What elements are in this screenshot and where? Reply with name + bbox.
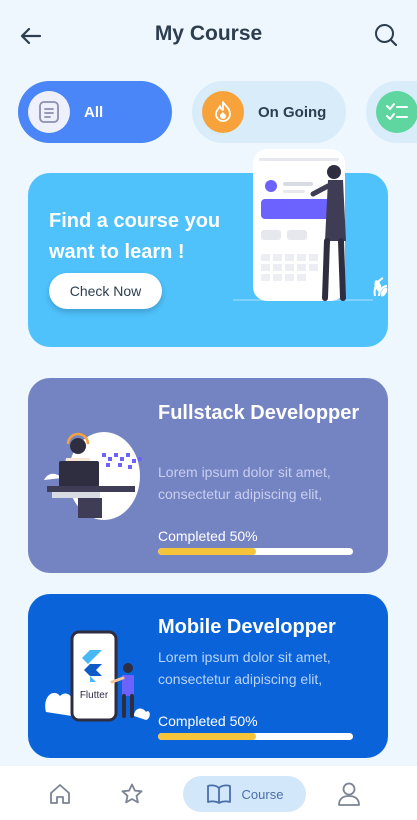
filter-chip-label: On Going — [258, 103, 327, 121]
nav-profile[interactable] — [335, 776, 363, 812]
promo-headline: Find a course you want to learn ! — [49, 210, 221, 263]
nav-course-label: Course — [241, 786, 284, 802]
course-card-mobile[interactable]: Flutter Mobile Developper Lorem ipsum do… — [28, 594, 388, 758]
flame-icon — [202, 91, 244, 133]
filter-chip-label: All — [84, 103, 104, 121]
search-icon — [375, 24, 398, 47]
phone-person-illustration — [233, 149, 388, 301]
progress-label: Completed 50% — [158, 528, 258, 544]
nav-home[interactable] — [46, 776, 74, 812]
app-header: My Course — [0, 0, 417, 70]
progress-label: Completed 50% — [158, 713, 258, 729]
course-title: Fullstack Developper — [158, 402, 360, 424]
home-icon — [50, 784, 70, 804]
page-title: My Course — [154, 22, 263, 45]
list-doc-icon — [28, 91, 70, 133]
check-now-button[interactable]: Check Now — [49, 273, 162, 309]
developer-illustration — [44, 432, 142, 520]
nav-course[interactable]: Course — [183, 776, 306, 812]
bottom-nav: Course — [0, 766, 417, 820]
progress-fill — [158, 733, 256, 740]
nav-favorites[interactable] — [118, 776, 146, 812]
search-button[interactable] — [373, 22, 399, 48]
filter-chip-completed[interactable] — [366, 81, 417, 143]
book-icon — [206, 784, 231, 804]
progress-bar — [158, 733, 353, 740]
course-description: Lorem ipsum dolor sit amet, consectetur … — [158, 464, 331, 502]
user-icon — [338, 782, 360, 806]
star-icon — [121, 783, 143, 804]
course-title: Mobile Developper — [158, 616, 336, 638]
progress-fill — [158, 548, 256, 555]
promo-banner: Find a course you want to learn ! Check … — [28, 149, 388, 347]
progress-bar — [158, 548, 353, 555]
flutter-phone-illustration: Flutter — [45, 630, 150, 722]
filter-chips: All On Going — [0, 81, 417, 143]
flutter-label: Flutter — [80, 690, 109, 701]
course-card-fullstack[interactable]: Fullstack Developper Lorem ipsum dolor s… — [28, 378, 388, 573]
filter-chip-ongoing[interactable]: On Going — [192, 81, 346, 143]
course-description: Lorem ipsum dolor sit amet, consectetur … — [158, 649, 331, 687]
checklist-icon — [376, 91, 417, 133]
filter-chip-all[interactable]: All — [18, 81, 172, 143]
